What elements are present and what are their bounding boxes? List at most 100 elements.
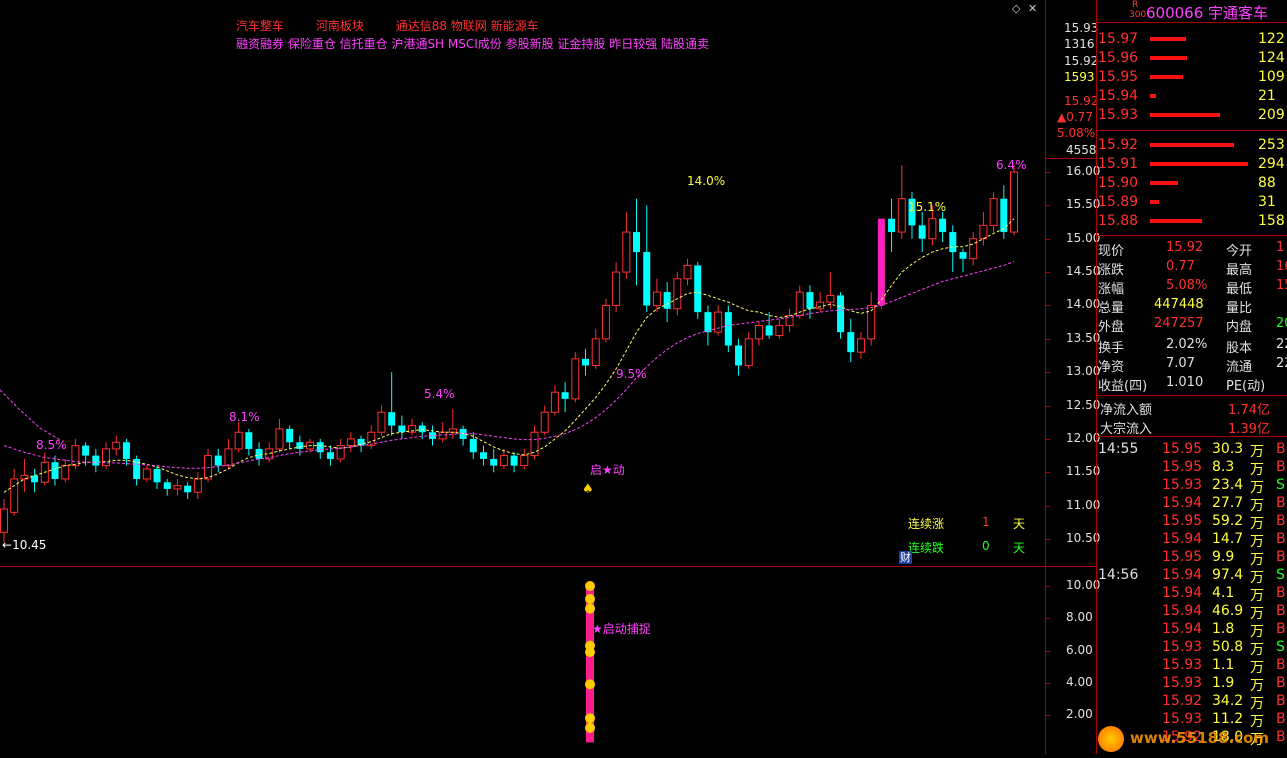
candle-body — [163, 482, 171, 489]
bid-row[interactable]: 15.88 158 — [1098, 213, 1287, 231]
candle-body — [643, 252, 651, 306]
badge-300: 300 — [1129, 10, 1147, 20]
candle-body — [571, 358, 580, 400]
ob-price: 15.90 — [1098, 175, 1139, 191]
ask-row[interactable]: 15.93 209 — [1098, 107, 1287, 125]
candle-body — [275, 428, 284, 450]
tick-side: B — [1276, 441, 1286, 457]
axis-top-price2: 15.92 — [1064, 54, 1099, 68]
ask-row[interactable]: 15.96 124 — [1098, 50, 1287, 68]
candle-body — [744, 338, 753, 367]
tick-side: B — [1276, 531, 1286, 547]
sub-y-tick-mark — [1045, 715, 1050, 716]
watermark: www.55188.com — [1094, 722, 1287, 754]
tick-price: 15.94 — [1162, 531, 1203, 547]
pct-label-3: 5.4% — [424, 387, 455, 401]
stat-label2: PE(动) — [1226, 379, 1266, 394]
stat-value2: 22 — [1276, 356, 1287, 371]
ask-row[interactable]: 15.94 21 — [1098, 88, 1287, 106]
candle-body — [214, 455, 222, 466]
kline-svg[interactable] — [0, 0, 1045, 566]
stat-value2: 200 — [1276, 316, 1287, 331]
ask-row[interactable]: 15.97 122 — [1098, 31, 1287, 49]
tick-side: B — [1276, 459, 1286, 475]
finance-badge[interactable]: 财 — [899, 551, 912, 564]
candle-body — [173, 485, 182, 490]
stock-code-name[interactable]: 600066 宇通客车 — [1146, 2, 1268, 23]
tick-row: 15.95 59.2 万 B — [1098, 513, 1287, 532]
candle-body — [765, 325, 773, 336]
tick-unit: 万 — [1250, 462, 1264, 478]
axis-last-price: 15.92 — [1064, 94, 1099, 108]
tick-side: B — [1276, 549, 1286, 565]
tick-row: 14:56 15.94 97.4 万 S — [1098, 567, 1287, 586]
bid-row[interactable]: 15.90 88 — [1098, 175, 1287, 193]
candle-body — [806, 292, 814, 309]
bid-row[interactable]: 15.89 31 — [1098, 194, 1287, 212]
stat-row: 现价 15.92 今开 1 — [1098, 240, 1287, 259]
axis-divider — [1045, 0, 1046, 754]
stat-label: 净资 — [1098, 360, 1125, 375]
candle-body — [622, 231, 631, 273]
tick-row: 15.93 1.1 万 B — [1098, 657, 1287, 676]
stat-value: 447448 — [1154, 297, 1204, 312]
candle-body — [550, 391, 559, 413]
candle-body — [234, 431, 243, 450]
stat-label2: 股本 — [1226, 341, 1253, 356]
tick-side: S — [1276, 567, 1285, 583]
stat-label: 换手 — [1098, 341, 1125, 356]
tick-side: B — [1276, 513, 1286, 529]
bid-row[interactable]: 15.92 253 — [1098, 137, 1287, 155]
candle-body — [714, 311, 723, 333]
tick-volume: 1.9 — [1212, 675, 1235, 691]
candle-body — [520, 455, 529, 467]
candle-body — [490, 458, 498, 466]
candle-body — [601, 304, 610, 340]
candle-body — [735, 345, 743, 366]
candle-body — [949, 232, 957, 253]
candle-body — [510, 455, 518, 466]
candle-body — [928, 218, 937, 240]
tick-price: 15.94 — [1162, 567, 1203, 583]
tick-volume: 27.7 — [1212, 495, 1244, 511]
candle-body — [469, 438, 477, 453]
ob-volume-bar — [1150, 143, 1234, 147]
bid-row[interactable]: 15.91 294 — [1098, 156, 1287, 174]
stat-label2: 今开 — [1226, 244, 1253, 259]
signal-icon — [585, 722, 595, 733]
flow-label: 净流入额 — [1100, 403, 1153, 418]
candle-body — [51, 462, 59, 479]
pct-label-4: 9.5% — [616, 367, 647, 381]
candle-body — [418, 425, 426, 433]
indicator-chart[interactable] — [0, 567, 1045, 754]
right-panel-divider — [1096, 0, 1097, 754]
orderbook-mid-divider — [1096, 130, 1287, 131]
candle-body — [499, 455, 508, 467]
tick-volume: 46.9 — [1212, 603, 1244, 619]
candle-body — [673, 278, 682, 310]
ob-volume: 209 — [1258, 107, 1285, 123]
title-divider — [1096, 22, 1287, 23]
tag-region: 河南板块 — [315, 19, 364, 33]
y-tick-mark — [1045, 539, 1050, 540]
tick-volume: 9.9 — [1212, 549, 1235, 565]
close-icon[interactable]: ✕ — [1028, 2, 1037, 15]
ob-volume-bar — [1150, 113, 1220, 117]
y-tick-mark — [1045, 205, 1050, 207]
kline-chart[interactable] — [0, 0, 1045, 566]
candle-body — [377, 411, 386, 433]
tick-volume: 8.3 — [1212, 459, 1235, 475]
candle-body — [153, 468, 161, 483]
tick-time: 14:55 — [1098, 441, 1139, 457]
consec-up-count: 1 — [982, 515, 990, 529]
stat-value: 1.010 — [1166, 375, 1204, 390]
candle-body — [92, 455, 100, 466]
candle-body — [1000, 198, 1008, 233]
tick-price: 15.95 — [1162, 441, 1203, 457]
tick-row: 15.93 50.8 万 S — [1098, 639, 1287, 658]
ask-row[interactable]: 15.95 109 — [1098, 69, 1287, 87]
candle-body — [652, 291, 661, 306]
diamond-icon[interactable]: ◇ — [1012, 2, 1020, 15]
candle-body — [82, 445, 90, 456]
candle-body — [633, 232, 641, 253]
